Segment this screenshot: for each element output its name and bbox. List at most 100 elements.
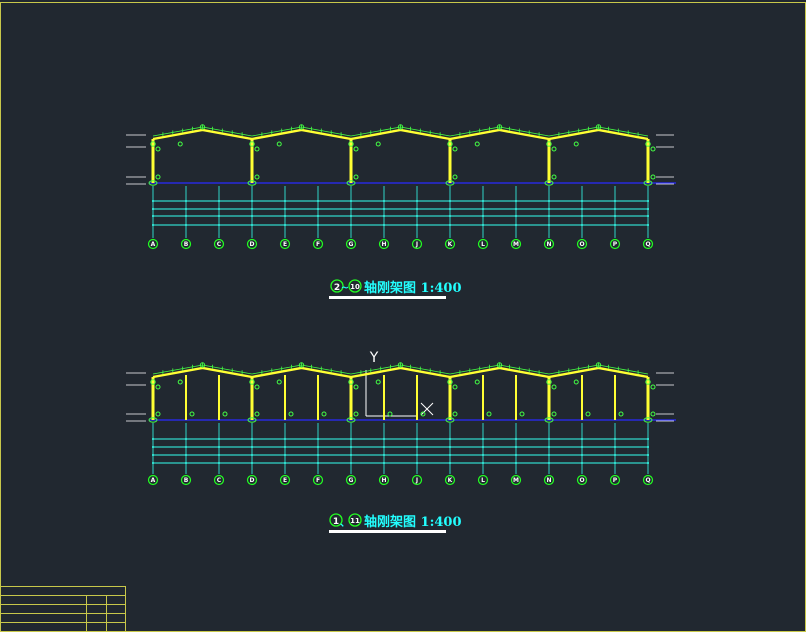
- node-bubble: [222, 411, 228, 417]
- dimension-tick: [581, 215, 583, 217]
- dimension-tick: [647, 215, 649, 217]
- dimension-tick: [614, 215, 616, 217]
- rafter: [548, 366, 649, 379]
- title-underline: [329, 296, 446, 299]
- node-bubble: [375, 141, 381, 147]
- dimension-tick: [416, 454, 418, 456]
- dimension-tick: [548, 446, 550, 448]
- dimension-tick: [383, 200, 385, 202]
- dimension-tick: [581, 224, 583, 226]
- node-bubble: [551, 146, 557, 152]
- dimension-tick: [218, 224, 220, 226]
- title-bubble-from-text: 1: [333, 517, 339, 527]
- node-bubble: [353, 174, 359, 180]
- node-bubble: [189, 411, 195, 417]
- axis-bubble-label: D: [250, 477, 255, 484]
- axis-bubble-label: G: [349, 477, 354, 484]
- node-bubble: [474, 379, 480, 385]
- dimension-tick: [317, 224, 319, 226]
- dimension-tick: [317, 208, 319, 210]
- node-bubble: [551, 384, 557, 390]
- title-text: 轴刚架图 1:400: [364, 280, 462, 296]
- dimension-tick: [449, 454, 451, 456]
- node-bubble: [585, 411, 591, 417]
- dimension-tick: [251, 215, 253, 217]
- dimension-tick: [515, 446, 517, 448]
- dimension-tick: [284, 215, 286, 217]
- dimension-tick: [614, 208, 616, 210]
- axis-bubble-label: E: [283, 241, 287, 248]
- dimension-tick: [581, 446, 583, 448]
- dimension-tick: [482, 462, 484, 464]
- node-bubble: [155, 411, 161, 417]
- dimension-tick: [284, 208, 286, 210]
- dimension-tick: [482, 454, 484, 456]
- axis-bubble-label: N: [546, 477, 551, 484]
- dimension-tick: [581, 438, 583, 440]
- dimension-tick: [614, 438, 616, 440]
- dimension-tick: [581, 200, 583, 202]
- dimension-tick: [350, 200, 352, 202]
- grid-axis-row-lower: ABCDEFGHJKLMNOPQ: [147, 423, 654, 486]
- dimension-tick: [152, 200, 154, 202]
- dimension-tick: [218, 446, 220, 448]
- node-bubble: [276, 379, 282, 385]
- axis-bubble-label: N: [546, 241, 551, 248]
- axis-bubble-label: K: [448, 241, 453, 248]
- node-bubble: [486, 411, 492, 417]
- dimension-tick: [284, 462, 286, 464]
- axis-bubble-label: P: [613, 477, 618, 484]
- dimension-tick: [251, 200, 253, 202]
- title-bubble-to-text: 11: [350, 517, 360, 525]
- title-bubble-from-text: 2: [334, 283, 340, 293]
- dimension-tick: [416, 438, 418, 440]
- rafter: [548, 128, 649, 141]
- dimension-tick: [218, 200, 220, 202]
- dimension-tick: [284, 446, 286, 448]
- dimension-tick: [515, 438, 517, 440]
- dimension-tick: [647, 224, 649, 226]
- dimension-tick: [581, 208, 583, 210]
- dimension-tick: [548, 224, 550, 226]
- node-bubble: [650, 174, 656, 180]
- node-bubble: [353, 411, 359, 417]
- dimension-tick: [647, 454, 649, 456]
- dimension-tick: [218, 462, 220, 464]
- node-bubble: [618, 411, 624, 417]
- node-bubble: [452, 384, 458, 390]
- title-block-table: [0, 586, 126, 632]
- dimension-tick: [317, 462, 319, 464]
- dimension-tick: [548, 208, 550, 210]
- dimension-tick: [647, 462, 649, 464]
- axis-bubble-label: L: [481, 241, 485, 248]
- rafter: [449, 128, 550, 141]
- axis-bubble-label: C: [217, 477, 222, 484]
- dimension-tick: [383, 446, 385, 448]
- axis-bubble-label: J: [415, 241, 418, 248]
- dimension-tick: [449, 438, 451, 440]
- node-bubble: [452, 146, 458, 152]
- drawing-title-upper: 2 ~ 10 轴刚架图 1:400: [329, 279, 462, 299]
- dimension-tick: [185, 446, 187, 448]
- axis-bubble-label: H: [381, 241, 386, 248]
- dimension-tick: [647, 438, 649, 440]
- dimension-tick: [218, 454, 220, 456]
- node-bubble: [375, 379, 381, 385]
- drawing-title-lower: 1 、 11 轴刚架图 1:400: [329, 513, 462, 533]
- node-bubble: [353, 384, 359, 390]
- dimension-tick: [614, 200, 616, 202]
- rafter: [251, 366, 352, 379]
- axis-bubble-label: J: [415, 477, 418, 484]
- axis-bubble-label: F: [316, 241, 320, 248]
- dimension-tick: [317, 215, 319, 217]
- dimension-tick: [284, 224, 286, 226]
- dimension-tick: [515, 215, 517, 217]
- dimension-tick: [350, 208, 352, 210]
- dimension-tick: [152, 454, 154, 456]
- dimension-tick: [152, 208, 154, 210]
- dimension-tick: [251, 454, 253, 456]
- dimension-tick: [317, 454, 319, 456]
- dimension-tick: [317, 200, 319, 202]
- dimension-tick: [482, 200, 484, 202]
- dimension-tick: [317, 446, 319, 448]
